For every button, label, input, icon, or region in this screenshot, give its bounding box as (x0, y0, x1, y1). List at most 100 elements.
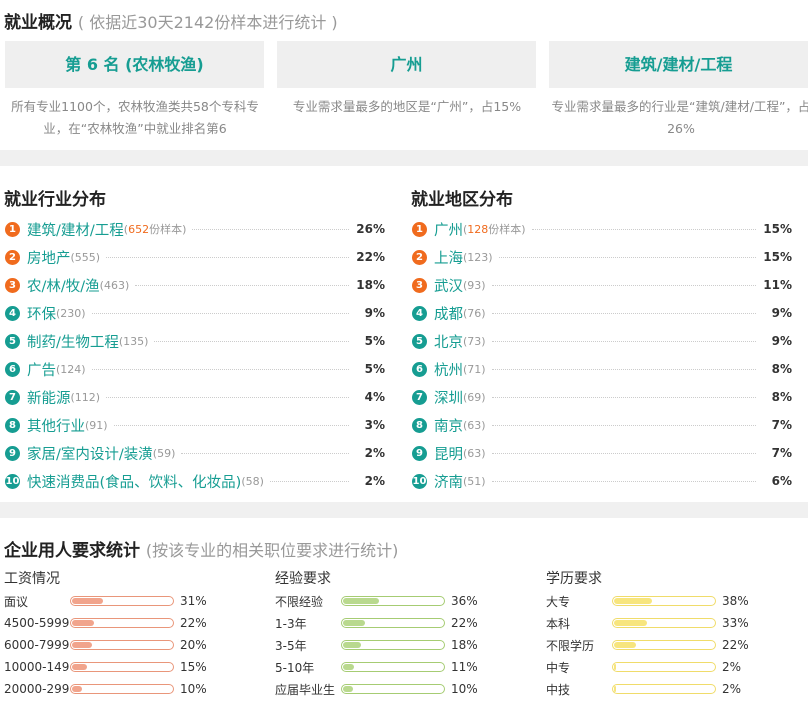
requirement-bar-fill (614, 642, 636, 648)
sample-count: (112) (70, 390, 101, 404)
industry-name-link[interactable]: 制药/生物工程 (27, 331, 119, 352)
industry-name-link[interactable]: 其他行业 (27, 415, 85, 436)
rank-badge: 5 (412, 333, 427, 349)
industry-title: 就业行业分布 (4, 190, 106, 210)
region-row: 4 成都 (76) 9% (407, 299, 792, 327)
rank-percent: 7% (771, 446, 792, 460)
requirement-row: 6000-7999 20% (4, 634, 254, 656)
requirement-row: 20000-29999 10% (4, 678, 254, 700)
dotted-leader (135, 284, 349, 286)
dotted-leader (106, 396, 349, 398)
requirements-title: 企业用人要求统计 (4, 541, 140, 561)
experience-column: 经验要求 不限经验 36% 1-3年 22% 3-5年 18% 5-10年 11% 应届毕业生 10… (275, 568, 525, 700)
requirement-label: 6000-7999 (4, 638, 70, 652)
industry-row: 6 广告 (124) 5% (0, 355, 385, 383)
requirement-percent: 10% (451, 682, 478, 696)
industry-list: 1 建筑/建材/工程 (652份样本) 26% 2 房地产 (555) 22% 3 农/林/牧/渔… (0, 215, 385, 495)
region-name-link[interactable]: 广州 (434, 219, 463, 240)
requirements-subtitle: (按该专业的相关职位要求进行统计) (145, 541, 399, 560)
overview-desc-rank: 所有专业1100个，农林牧渔类共58个专科专业，在“农林牧渔”中就业排名第6 (11, 99, 259, 136)
requirement-label: 中专 (546, 660, 571, 675)
requirement-label: 20000-29999 (4, 682, 70, 696)
rank-percent: 11% (763, 278, 792, 292)
sample-count: (91) (85, 418, 108, 432)
requirement-percent: 33% (722, 616, 749, 630)
requirement-bar-fill (72, 620, 94, 626)
industry-name-link[interactable]: 广告 (27, 359, 56, 380)
sample-count: (71) (463, 362, 486, 376)
rank-badge: 8 (412, 417, 427, 433)
region-name-link[interactable]: 上海 (434, 247, 463, 268)
requirement-percent: 10% (180, 682, 207, 696)
requirement-row: 面议 31% (4, 590, 254, 612)
requirement-bar (341, 640, 445, 650)
requirement-label: 不限经验 (275, 594, 324, 609)
rank-percent: 4% (364, 390, 385, 404)
rank-badge: 3 (5, 277, 20, 293)
rank-badge: 5 (5, 333, 20, 349)
requirement-label: 5-10年 (275, 660, 315, 675)
region-name-link[interactable]: 济南 (434, 471, 463, 492)
region-name-link[interactable]: 北京 (434, 331, 463, 352)
requirement-bar-fill (614, 664, 616, 670)
rank-percent: 26% (356, 222, 385, 236)
rank-badge: 7 (5, 389, 20, 405)
overview-desc-region: 专业需求量最多的地区是“广州”，占15% (292, 99, 522, 114)
sample-count: (69) (463, 390, 486, 404)
industry-name-link[interactable]: 环保 (27, 303, 56, 324)
region-row: 2 上海 (123) 15% (407, 243, 792, 271)
requirement-percent: 11% (451, 660, 478, 674)
requirement-percent: 22% (722, 638, 749, 652)
requirement-bar (612, 684, 716, 694)
industry-name-link[interactable]: 快速消费品(食品、饮料、化妆品) (27, 471, 241, 492)
requirement-bar (70, 662, 174, 672)
rank-percent: 8% (771, 362, 792, 376)
requirement-bar (70, 618, 174, 628)
rank-badge: 8 (5, 417, 20, 433)
region-name-link[interactable]: 武汉 (434, 275, 463, 296)
rank-percent: 2% (364, 446, 385, 460)
requirement-row: 4500-5999 22% (4, 612, 254, 634)
requirement-bar (70, 684, 174, 694)
requirement-bar (70, 596, 174, 606)
rank-percent: 18% (356, 278, 385, 292)
dotted-leader (491, 312, 756, 314)
overview-card-region: 广州 (277, 41, 536, 88)
requirement-label: 本科 (546, 616, 571, 631)
region-name-link[interactable]: 南京 (434, 415, 463, 436)
requirement-column-title: 学历要求 (546, 571, 602, 587)
region-name-link[interactable]: 深圳 (434, 387, 463, 408)
dotted-leader (181, 452, 349, 454)
requirement-bar-fill (343, 620, 365, 626)
overview-desc-industry: 专业需求量最多的行业是“建筑/建材/工程”，占26% (551, 99, 808, 136)
requirement-row: 中技 2% (546, 678, 796, 700)
sample-count: (73) (463, 334, 486, 348)
rank-badge: 3 (412, 277, 427, 293)
sample-count-number: 128 (467, 223, 489, 236)
region-name-link[interactable]: 杭州 (434, 359, 463, 380)
requirement-row: 10000-14999 15% (4, 656, 254, 678)
requirement-label: 大专 (546, 594, 571, 609)
requirement-bar-fill (343, 642, 361, 648)
requirement-percent: 20% (180, 638, 207, 652)
requirement-row: 3-5年 18% (275, 634, 525, 656)
region-name-link[interactable]: 昆明 (434, 443, 463, 464)
requirement-bar (341, 684, 445, 694)
overview-subtitle: ( 依据近30天2142份样本进行统计 ) (77, 13, 338, 32)
industry-name-link[interactable]: 新能源 (27, 387, 71, 408)
region-name-link[interactable]: 成都 (434, 303, 463, 324)
industry-name-link[interactable]: 房地产 (27, 247, 71, 268)
sample-count: (63) (463, 418, 486, 432)
rank-badge: 2 (5, 249, 20, 265)
overview-title: 就业概况 (4, 13, 72, 33)
sample-count: (59) (152, 446, 176, 460)
sample-count: (463) (99, 278, 130, 292)
industry-row: 4 环保 (230) 9% (0, 299, 385, 327)
industry-row: 9 家居/室内设计/装潢 (59) 2% (0, 439, 385, 467)
dotted-leader (113, 424, 349, 426)
industry-name-link[interactable]: 建筑/建材/工程 (27, 219, 124, 240)
industry-name-link[interactable]: 家居/室内设计/装潢 (27, 443, 153, 464)
sample-count: (63) (463, 446, 486, 460)
sample-count: (128份样本) (463, 223, 526, 236)
industry-name-link[interactable]: 农/林/牧/渔 (27, 275, 100, 296)
